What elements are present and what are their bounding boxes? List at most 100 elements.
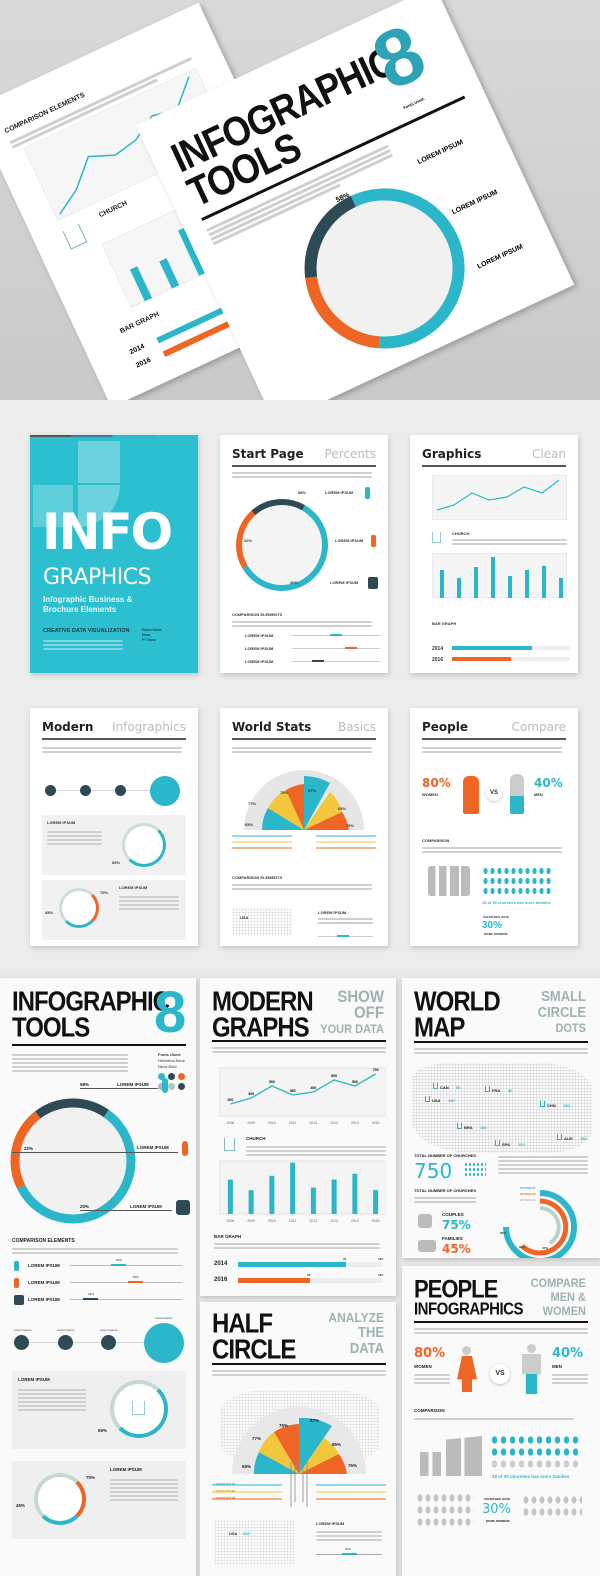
preview-world-stats[interactable]: World Stats Basics 65% 77% 75% 87% 65% 7… xyxy=(220,708,388,946)
panel-ring xyxy=(34,1473,86,1525)
church-icon-grid xyxy=(464,1162,486,1178)
bar-value: 65% xyxy=(132,1275,139,1279)
point-label: 200 xyxy=(227,1098,233,1102)
church-icon xyxy=(62,223,88,250)
people-grid-right xyxy=(522,1494,582,1518)
church-icon xyxy=(224,1138,235,1151)
bar-year-label: 2014 xyxy=(128,343,146,357)
ring-label: 22% xyxy=(24,1146,34,1151)
panel-value: 65% xyxy=(112,860,121,865)
total-label: TOTAL NUMBER OF CHURCHES xyxy=(414,1188,476,1193)
palette-swatch xyxy=(168,1083,175,1090)
step-label: Lorem ipsum xyxy=(155,1316,173,1320)
preview-title: Graphics xyxy=(422,447,482,461)
page-subtitle: CIRCLE xyxy=(537,1003,586,1021)
bar-year: 2016 xyxy=(432,657,444,663)
panel-value: 45% xyxy=(16,1503,26,1508)
page-people-infographics[interactable]: PEOPLE INFOGRAPHICS COMPARE MEN & WOMEN … xyxy=(402,1266,600,1576)
option-rings xyxy=(503,1190,577,1258)
ring-label: 58% xyxy=(80,1082,90,1087)
segment-label: 75% xyxy=(280,790,289,795)
comparison-title: COMPARISON ELEMENTS xyxy=(232,875,283,880)
preview-title: Modern xyxy=(42,720,94,734)
mini-world-map xyxy=(232,908,292,936)
mini-world-map xyxy=(214,1520,294,1565)
panel-title: LOREM IPSUM xyxy=(110,1467,142,1472)
families-label: FAMILIES xyxy=(442,1236,463,1241)
hbar-orange xyxy=(452,657,511,661)
couple-icon xyxy=(176,1200,190,1215)
mini-line-chart xyxy=(432,475,567,520)
ring-label: 58% xyxy=(298,490,307,495)
page-infographic-tools[interactable]: INFOGRAPHIC TOOLS 8 Fonts Used: Helvetic… xyxy=(0,978,196,1576)
page-title-line2: INFOGRAPHICS xyxy=(414,1299,524,1320)
page-subtitle: OFF xyxy=(354,1003,384,1023)
panel-value: 65% xyxy=(98,1428,108,1433)
person-icon-teal xyxy=(365,487,370,499)
country-code: SPA xyxy=(502,1142,510,1147)
total-label: TOTAL NUMBER OF CHURCHES xyxy=(414,1153,476,1158)
vs-badge: VS xyxy=(490,1364,510,1384)
segment-label: 65% xyxy=(338,806,347,811)
bar xyxy=(248,1190,254,1214)
preview-people[interactable]: People Compare 80% WOMEN VS 40% MEN COMP… xyxy=(410,708,578,946)
bar-label: LOREM IPSUM xyxy=(28,1280,60,1285)
step-circle xyxy=(80,785,91,796)
hbar-value: 75 xyxy=(343,1257,347,1261)
point-label: 350 xyxy=(290,1089,296,1093)
page-modern-graphs[interactable]: MODERN GRAPHS SHOW OFF YOUR DATA 200 2008… xyxy=(200,978,396,1296)
x-tick-label: 2015 xyxy=(372,1219,380,1223)
preview-modern[interactable]: Modern Infographics LOREM IPSUM 65% LORE… xyxy=(30,708,198,946)
map-label: USA xyxy=(240,915,249,920)
step-circle xyxy=(45,785,56,796)
preview-start-page[interactable]: Start Page Percents 58% 22% 20% LOREM IP… xyxy=(220,435,388,673)
x-tick-label: 2011 xyxy=(289,1219,297,1223)
bar-year-label: 2016 xyxy=(135,356,153,370)
couples-value: 75% xyxy=(442,1218,471,1232)
x-tick-label: 2008 xyxy=(226,1121,234,1125)
point-label: 700 xyxy=(373,1068,379,1072)
church-grid-gray xyxy=(490,1458,580,1470)
page-title-line1: WORLD xyxy=(414,986,501,1018)
preview-graphics[interactable]: Graphics Clean CHURCH BAR GRAPH 2014 201… xyxy=(410,435,578,673)
x-tick-label: 2011 xyxy=(289,1121,297,1125)
start-ring xyxy=(236,499,328,591)
bar-track xyxy=(70,1265,182,1266)
country-value: 100 xyxy=(563,1103,570,1108)
bar xyxy=(310,1187,316,1214)
family-icon xyxy=(418,1240,436,1252)
preview-subtitle: Clean xyxy=(531,447,566,461)
stat-percent: 30% xyxy=(482,1502,511,1517)
point-label: 400 xyxy=(310,1086,316,1090)
title-rule xyxy=(422,738,566,740)
page-title-line1: MODERN xyxy=(212,986,314,1018)
step-circle xyxy=(115,785,126,796)
panel-title: LOREM IPSUM xyxy=(18,1377,50,1382)
full-pages: INFOGRAPHIC TOOLS 8 Fonts Used: Helvetic… xyxy=(0,970,600,1576)
page-half-circle[interactable]: HALF CIRCLE ANALYZE THE DATA 65% 77% 75%… xyxy=(200,1302,396,1576)
preview-cover[interactable]: INFO GRAPHICS Infographic Business & Bro… xyxy=(30,435,198,673)
ring-label: 20% xyxy=(80,1204,90,1209)
segment-label: 75% xyxy=(346,823,355,828)
panel-title: LOREM IPSUM xyxy=(318,910,347,915)
country-code: AUS xyxy=(564,1136,573,1141)
step-label: Lorem ipsum xyxy=(57,1328,75,1332)
ring-label: 20% xyxy=(290,580,299,585)
church-icon xyxy=(132,1401,145,1415)
page-title-line1: HALF xyxy=(212,1308,273,1340)
panel-title: LOREM IPSUM xyxy=(316,1521,345,1526)
cover-title-graphics: GRAPHICS xyxy=(43,565,152,590)
bar xyxy=(269,1175,275,1214)
page-subtitle: DOTS xyxy=(555,1021,586,1036)
people-grid-left xyxy=(416,1492,474,1528)
page-subtitle: DATA xyxy=(349,1339,384,1357)
x-tick-label: 2010 xyxy=(268,1219,276,1223)
panel-value: 50% xyxy=(345,1547,352,1551)
page-subtitle: THE xyxy=(358,1323,384,1341)
church-grid-teal xyxy=(490,1434,580,1458)
page-world-map[interactable]: WORLD MAP SMALL CIRCLE DOTS CAN 50 USA 150 F… xyxy=(402,978,600,1258)
lorem-label: LOREM IPSUM xyxy=(476,243,525,271)
page-subtitle: YOUR DATA xyxy=(320,1022,384,1037)
page-title-line1: INFOGRAPHIC xyxy=(12,986,170,1018)
country-value: 100 xyxy=(518,1142,525,1147)
